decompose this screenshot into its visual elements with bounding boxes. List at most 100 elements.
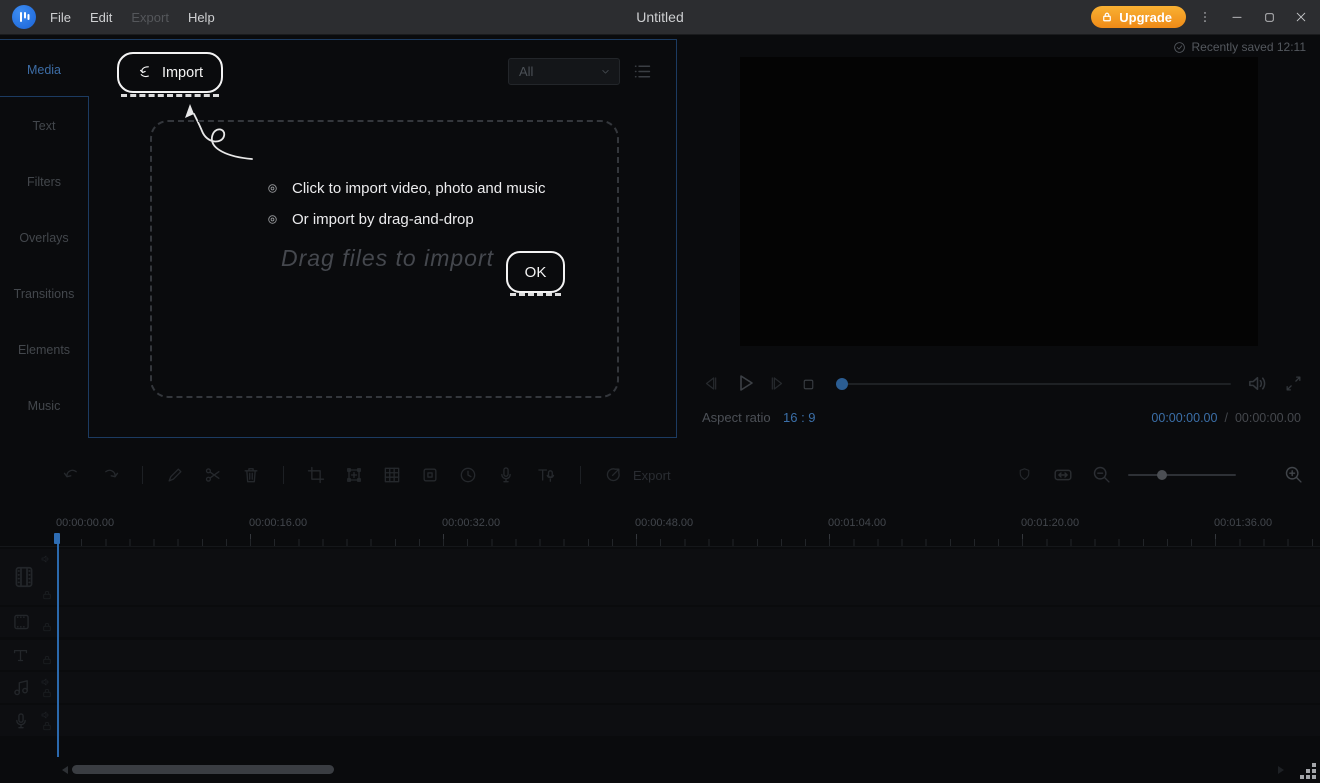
sidebar-tab-media[interactable]: Media	[0, 63, 88, 79]
horizontal-scrollbar[interactable]	[72, 765, 334, 774]
film-frame-icon	[11, 612, 32, 633]
close-button[interactable]	[1292, 9, 1310, 25]
toolbar-separator	[283, 466, 284, 484]
track-lock-icon[interactable]	[41, 720, 53, 732]
import-button[interactable]: Import	[117, 52, 223, 97]
stop-button[interactable]	[800, 376, 817, 393]
media-filter-value: All	[519, 64, 534, 79]
menu-export: Export	[131, 9, 169, 25]
menu-file[interactable]: File	[50, 10, 71, 25]
list-view-icon[interactable]	[632, 61, 653, 82]
maximize-button[interactable]	[1260, 9, 1278, 25]
timeline-zoom-slider[interactable]	[1128, 474, 1236, 476]
panel-border	[0, 39, 676, 40]
transform-icon[interactable]	[344, 465, 364, 485]
track-lock-icon[interactable]	[41, 654, 53, 666]
more-menu-icon[interactable]	[1198, 9, 1212, 25]
upgrade-label: Upgrade	[1119, 9, 1172, 25]
app-logo-icon	[12, 5, 36, 29]
saved-status: Recently saved 12:11	[1173, 40, 1306, 54]
check-circle-icon	[1173, 41, 1186, 54]
crop-icon[interactable]	[306, 465, 326, 485]
seek-bar[interactable]	[836, 383, 1231, 385]
next-frame-button[interactable]	[768, 374, 787, 393]
shield-icon[interactable]	[1016, 465, 1033, 484]
ruler-baseline	[0, 546, 1320, 547]
scroll-left-arrow[interactable]	[62, 766, 68, 774]
track-video[interactable]	[0, 549, 1320, 605]
lock-icon	[1101, 11, 1113, 23]
app-window: File Edit Export Help Untitled Upgrade R…	[0, 0, 1320, 783]
playhead[interactable]	[57, 533, 59, 757]
play-button[interactable]	[733, 371, 757, 395]
redo-icon[interactable]	[100, 465, 120, 485]
timeline-zoom-thumb[interactable]	[1157, 470, 1167, 480]
ruler-label: 00:00:32.00	[442, 517, 501, 529]
delete-icon[interactable]	[241, 465, 261, 485]
edit-icon[interactable]	[165, 465, 185, 485]
film-icon	[11, 564, 37, 590]
import-icon	[137, 64, 154, 81]
track-text[interactable]	[0, 640, 1320, 670]
total-duration: 00:00:00.00	[1234, 411, 1301, 425]
track-mute-icon[interactable]	[40, 553, 52, 565]
menu-bar: File Edit Export Help	[50, 0, 215, 34]
dropzone-hint: Drag files to import	[281, 245, 495, 271]
track-lock-icon[interactable]	[41, 589, 53, 601]
export-icon[interactable]	[603, 465, 623, 485]
mic-icon	[11, 711, 31, 731]
ok-button[interactable]: OK	[506, 251, 565, 296]
ruler-label: 00:00:00.00	[56, 517, 115, 529]
ruler-label: 00:01:36.00	[1214, 517, 1273, 529]
edit-toolbar: Export	[62, 458, 671, 492]
text-track-icon	[11, 646, 30, 665]
ruler-ticks[interactable]	[57, 539, 1320, 546]
preview-canvas	[740, 57, 1258, 346]
undo-icon[interactable]	[62, 465, 82, 485]
track-pip[interactable]	[0, 607, 1320, 637]
menu-help[interactable]: Help	[188, 10, 215, 25]
record-voiceover-icon[interactable]	[496, 465, 516, 485]
bullet-icon	[266, 213, 279, 226]
sidebar-tab-overlays[interactable]: Overlays	[0, 231, 88, 247]
sidebar-tab-music[interactable]: Music	[0, 399, 88, 415]
timecode-display: 00:00:00.00 / 00:00:00.00	[1151, 411, 1301, 425]
text-to-speech-icon[interactable]	[534, 465, 558, 485]
volume-icon[interactable]	[1246, 372, 1269, 395]
sidebar-tab-transitions[interactable]: Transitions	[0, 287, 88, 303]
playhead-handle[interactable]	[54, 533, 60, 544]
current-time: 00:00:00.00	[1151, 411, 1218, 425]
mosaic-icon[interactable]	[382, 465, 402, 485]
zoom-in-icon[interactable]	[1283, 464, 1304, 485]
export-button[interactable]: Export	[633, 468, 671, 483]
minimize-button[interactable]	[1228, 9, 1246, 25]
seek-thumb[interactable]	[836, 378, 848, 390]
ruler-label: 00:01:04.00	[828, 517, 887, 529]
menu-edit[interactable]: Edit	[90, 10, 112, 25]
scroll-right-arrow[interactable]	[1278, 766, 1284, 774]
split-icon[interactable]	[203, 465, 223, 485]
chevron-down-icon	[599, 65, 612, 78]
titlebar: File Edit Export Help Untitled Upgrade	[0, 0, 1320, 35]
resize-grip[interactable]	[1300, 763, 1318, 781]
track-lock-icon[interactable]	[41, 621, 53, 633]
track-music[interactable]	[0, 672, 1320, 703]
sidebar-tab-elements[interactable]: Elements	[0, 343, 88, 359]
panel-border	[0, 96, 89, 97]
aspect-ratio-value[interactable]: 16 : 9	[783, 410, 816, 425]
upgrade-button[interactable]: Upgrade	[1091, 6, 1186, 28]
toolbar-separator	[580, 466, 581, 484]
duration-icon[interactable]	[458, 465, 478, 485]
fit-timeline-icon[interactable]	[1052, 464, 1074, 486]
media-filter-dropdown[interactable]: All	[508, 58, 620, 85]
previous-frame-button[interactable]	[701, 374, 720, 393]
zoom-out-icon[interactable]	[1091, 464, 1112, 485]
fullscreen-icon[interactable]	[1284, 374, 1303, 393]
sidebar-tab-text[interactable]: Text	[0, 119, 88, 135]
track-lock-icon[interactable]	[41, 687, 53, 699]
track-voiceover[interactable]	[0, 705, 1320, 736]
ruler-label: 00:00:16.00	[249, 517, 308, 529]
freeze-frame-icon[interactable]	[420, 465, 440, 485]
sidebar-tab-filters[interactable]: Filters	[0, 175, 88, 191]
saved-status-text: Recently saved 12:11	[1191, 40, 1306, 54]
